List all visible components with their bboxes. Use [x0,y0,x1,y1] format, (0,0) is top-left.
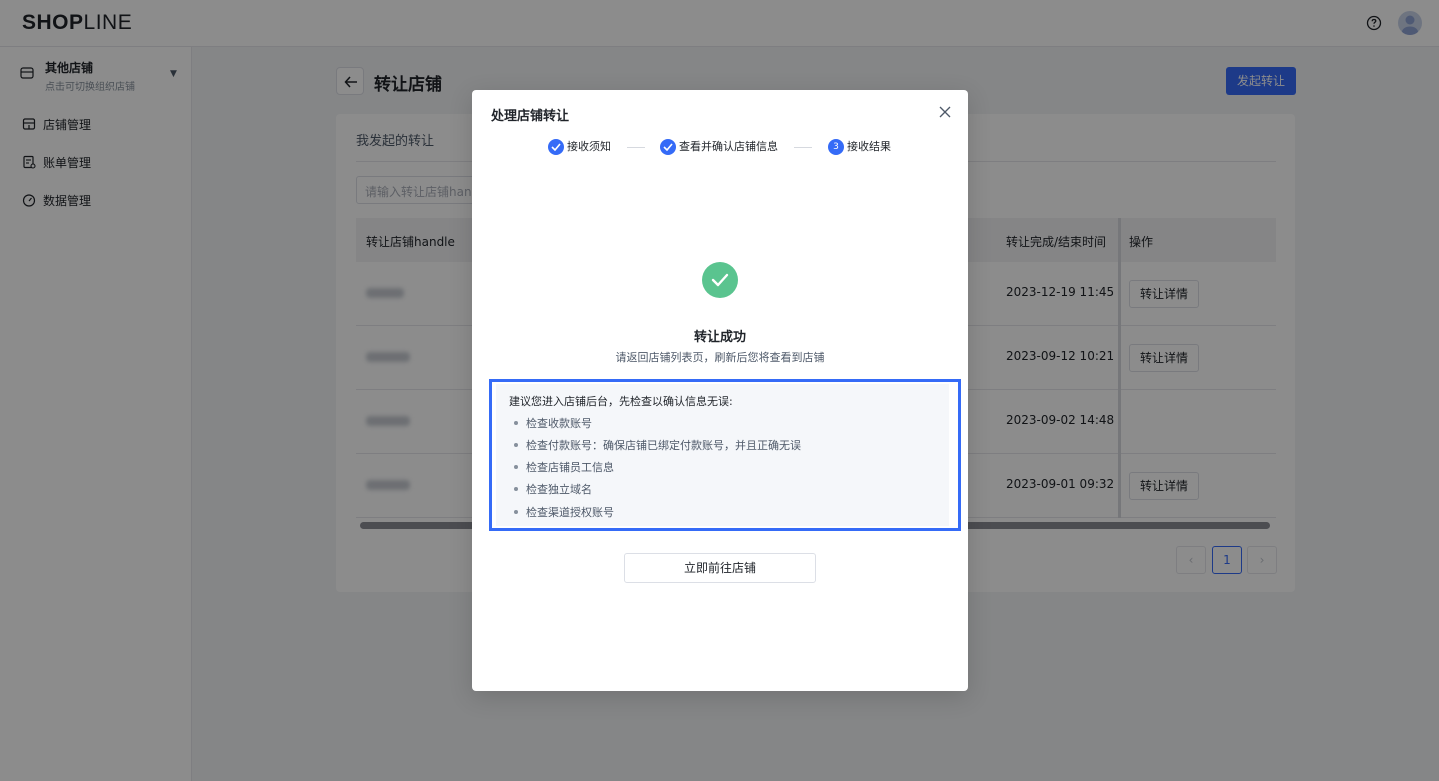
result-title: 转让成功 [693,330,746,345]
step-number: 3 [828,139,844,155]
store-transfer-modal: 处理店铺转让 接收须知 查看并确认店铺信息 3 接收结果 转让成功 请返回店铺列… [472,90,968,691]
step-label: 查看并确认店铺信息 [679,140,778,153]
step-label: 接收结果 [847,140,891,153]
go-to-store-button[interactable]: 立即前往店铺 [624,553,816,583]
tip-item: 检查收款账号 [514,415,592,431]
bullet-icon [514,510,518,514]
result-description: 请返回店铺列表页，刷新后您将查看到店铺 [615,351,825,364]
step-connector [627,147,645,148]
step-confirm-store-info: 查看并确认店铺信息 [660,139,790,155]
tip-item: 检查店铺员工信息 [514,459,614,475]
bullet-icon [514,487,518,491]
step-receive-result: 3 接收结果 [828,139,898,155]
close-icon[interactable] [939,106,951,118]
check-tips-box: 建议您进入店铺后台，先检查以确认信息无误: 检查收款账号 检查付款账号：确保店铺… [489,379,961,531]
tip-item: 检查渠道授权账号 [514,504,614,520]
success-check-icon [702,262,738,298]
bullet-icon [514,443,518,447]
check-icon [660,139,676,155]
tip-item: 检查付款账号：确保店铺已绑定付款账号，并且正确无误 [514,437,801,453]
tip-item: 检查独立域名 [514,481,592,497]
modal-title: 处理店铺转让 [491,109,570,124]
step-label: 接收须知 [567,140,611,153]
bullet-icon [514,465,518,469]
bullet-icon [514,421,518,425]
tips-heading: 建议您进入店铺后台，先检查以确认信息无误: [509,395,733,408]
step-connector [794,147,812,148]
step-receive-notice: 接收须知 [548,139,618,155]
check-tips-panel: 建议您进入店铺后台，先检查以确认信息无误: 检查收款账号 检查付款账号：确保店铺… [496,384,949,526]
check-icon [548,139,564,155]
